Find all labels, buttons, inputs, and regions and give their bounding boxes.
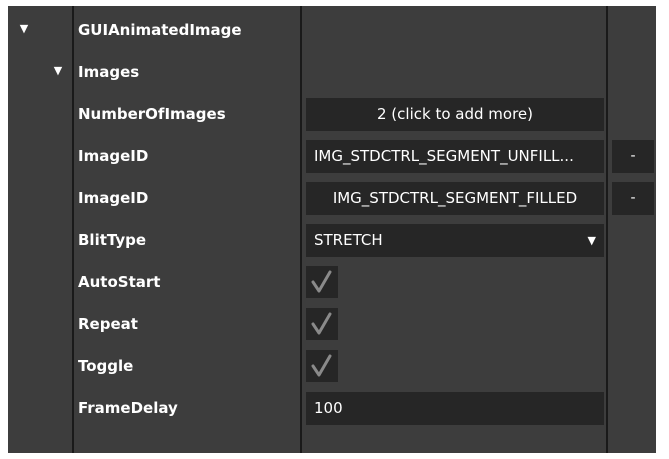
node-label: GUIAnimatedImage xyxy=(78,21,242,39)
property-label: Toggle xyxy=(78,357,134,375)
image-id-field[interactable]: IMG_STDCTRL_SEGMENT_UNFILL... xyxy=(306,140,604,173)
image-id-field[interactable]: IMG_STDCTRL_SEGMENT_FILLED xyxy=(306,182,604,215)
toggle-checkbox[interactable] xyxy=(306,350,338,382)
property-label: AutoStart xyxy=(78,273,161,291)
repeat-checkbox[interactable] xyxy=(306,308,338,340)
dropdown-arrow-icon[interactable]: ▼ xyxy=(588,224,596,257)
property-label: ImageID xyxy=(78,147,149,165)
property-row-blit-type: BlitType STRETCH ▼ xyxy=(8,219,656,261)
dropdown-value: STRETCH xyxy=(314,231,383,249)
checkmark-icon xyxy=(311,354,332,377)
property-row-toggle: Toggle xyxy=(8,345,656,387)
node-label: Images xyxy=(78,63,140,81)
checkmark-icon xyxy=(311,270,332,293)
tree-row-images[interactable]: ▼ Images xyxy=(8,51,656,93)
property-row-auto-start: AutoStart xyxy=(8,261,656,303)
property-label: NumberOfImages xyxy=(78,105,226,123)
triangle-down-icon[interactable]: ▼ xyxy=(52,64,64,78)
remove-image-button[interactable]: - xyxy=(612,140,654,173)
auto-start-checkbox[interactable] xyxy=(306,266,338,298)
property-row-number-of-images: NumberOfImages 2 (click to add more) xyxy=(8,93,656,135)
remove-image-button[interactable]: - xyxy=(612,182,654,215)
triangle-down-icon[interactable]: ▼ xyxy=(18,22,30,36)
add-image-button[interactable]: 2 (click to add more) xyxy=(306,98,604,131)
property-row-frame-delay: FrameDelay 100 xyxy=(8,387,656,429)
property-row-repeat: Repeat xyxy=(8,303,656,345)
property-label: ImageID xyxy=(78,189,149,207)
property-row-image-id: ImageID IMG_STDCTRL_SEGMENT_FILLED - xyxy=(8,177,656,219)
checkmark-icon xyxy=(311,312,332,335)
property-row-image-id: ImageID IMG_STDCTRL_SEGMENT_UNFILL... - xyxy=(8,135,656,177)
tree-row-gui-animated-image[interactable]: ▼ GUIAnimatedImage xyxy=(8,9,656,51)
blit-type-dropdown[interactable]: STRETCH ▼ xyxy=(306,224,604,257)
property-label: BlitType xyxy=(78,231,147,249)
property-panel: ▼ GUIAnimatedImage ▼ Images NumberOfImag… xyxy=(8,6,656,453)
property-label: Repeat xyxy=(78,315,138,333)
frame-delay-input[interactable]: 100 xyxy=(306,392,604,425)
property-label: FrameDelay xyxy=(78,399,178,417)
